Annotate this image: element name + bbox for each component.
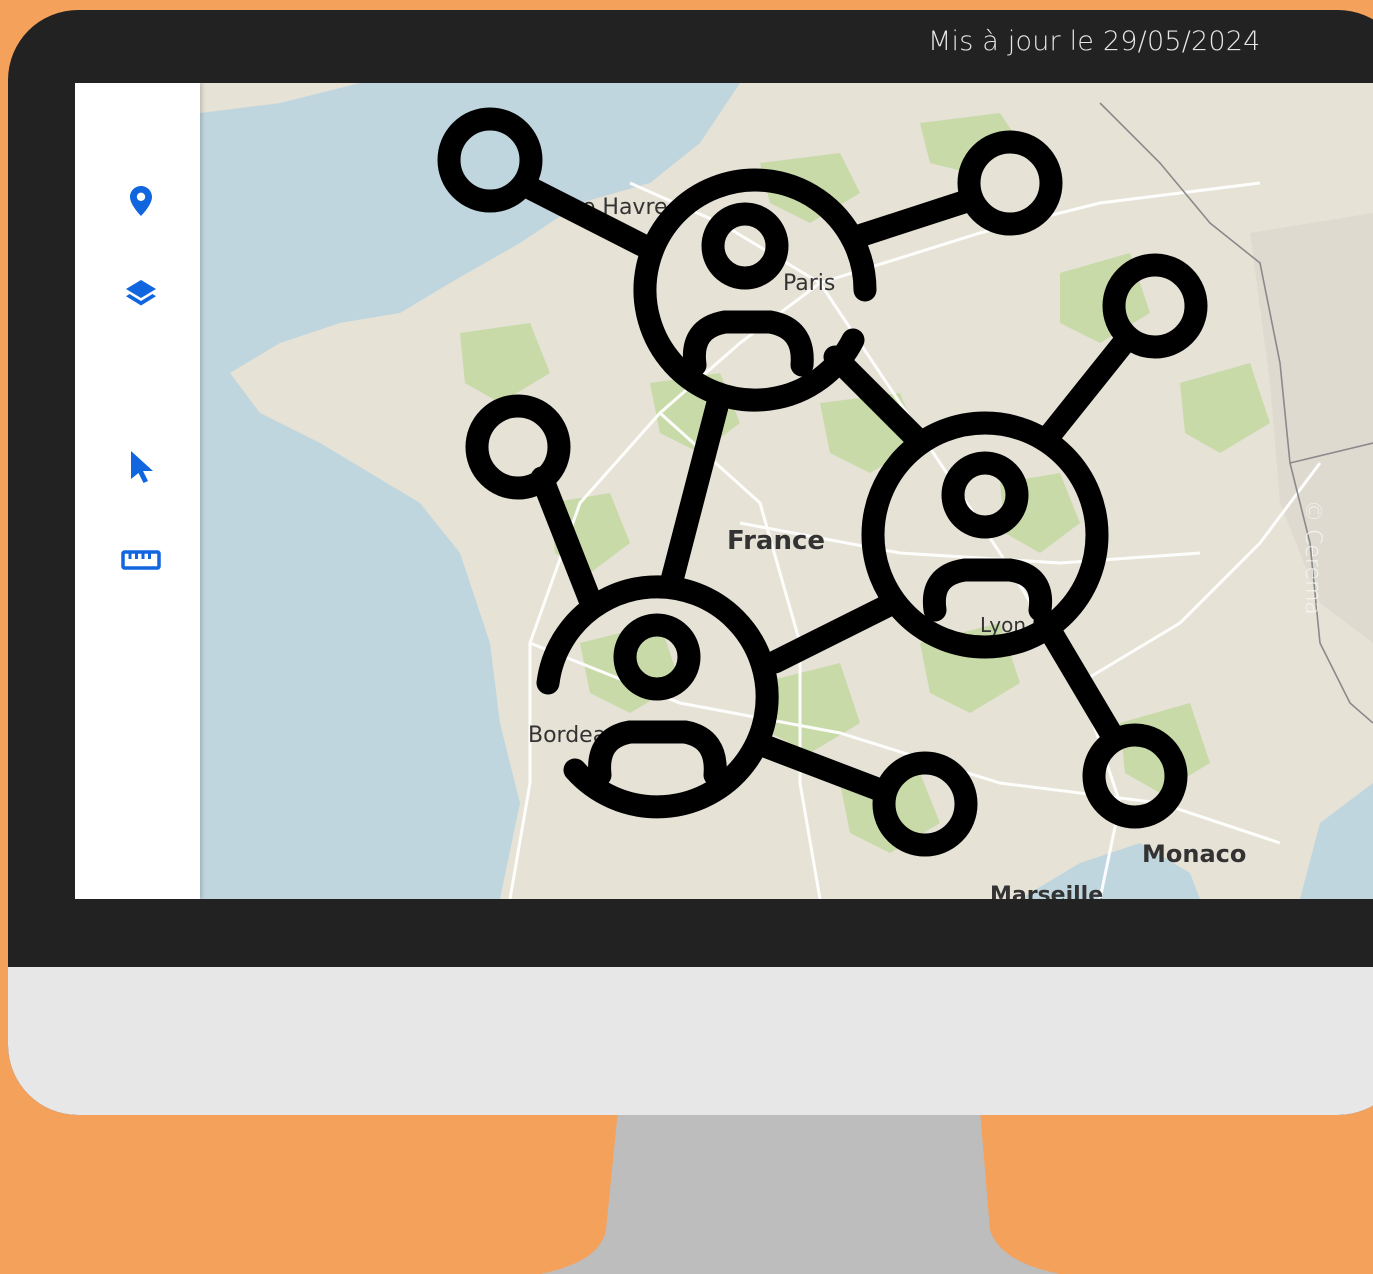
location-button[interactable] (113, 178, 169, 224)
measure-button[interactable] (113, 537, 169, 583)
layers-button[interactable] (113, 271, 169, 317)
ruler-icon (121, 550, 161, 570)
layers-icon (126, 280, 156, 306)
network-people-icon (437, 107, 1208, 857)
cursor-arrow-icon (131, 451, 153, 483)
select-button[interactable] (113, 444, 169, 490)
location-pin-icon (130, 186, 152, 216)
map-toolbar (75, 83, 200, 899)
